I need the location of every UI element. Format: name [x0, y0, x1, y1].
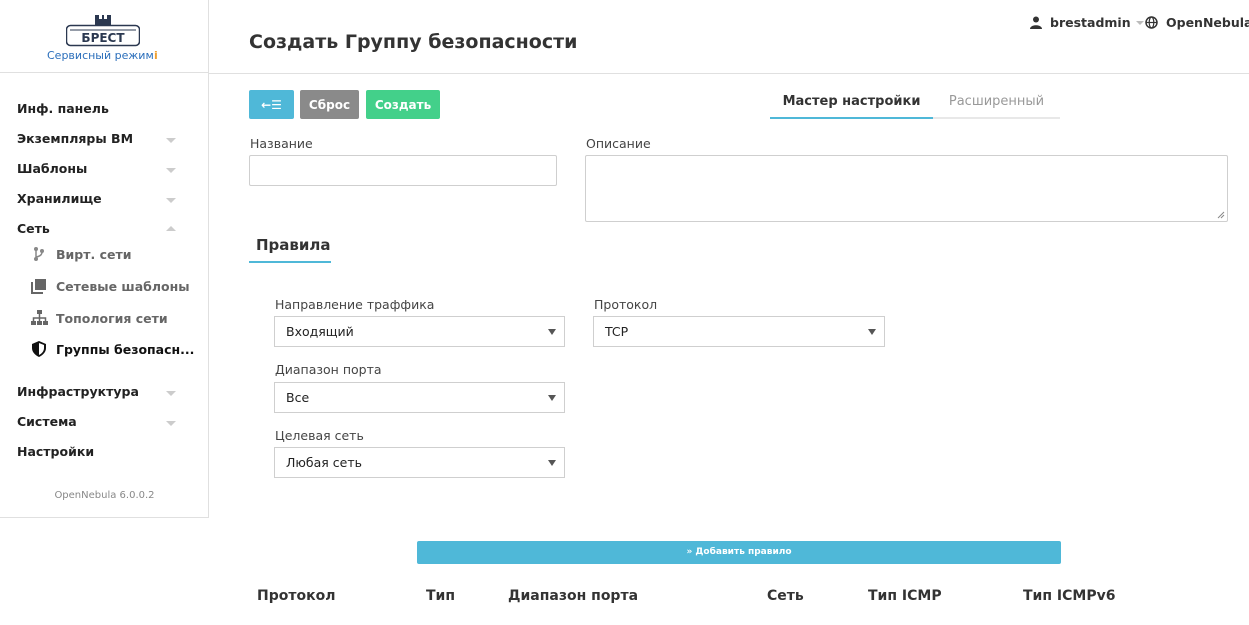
sitemap-icon	[30, 309, 48, 327]
caret-down-icon	[548, 460, 556, 466]
chevron-up-icon[interactable]	[166, 226, 176, 231]
target-network-value: Любая сеть	[286, 455, 362, 470]
chevron-down-icon[interactable]	[166, 421, 176, 426]
add-rule-button[interactable]: » Добавить правило	[417, 541, 1061, 564]
sidebar: БРЕСТ Сервисный режим i Инф. панель Экзе…	[0, 0, 209, 518]
sidebar-subitem-vnets[interactable]: Вирт. сети	[30, 245, 131, 263]
sidebar-subitem-topology[interactable]: Топология сети	[30, 309, 168, 327]
sidebar-subitem-vnet-templates[interactable]: Сетевые шаблоны	[30, 277, 190, 295]
tab-advanced[interactable]: Расширенный	[933, 92, 1060, 119]
copy-icon	[30, 277, 48, 295]
column-header-protocol[interactable]: Протокол	[257, 588, 335, 604]
port-range-value: Все	[286, 390, 310, 405]
column-header-type[interactable]: Тип	[426, 588, 455, 604]
sidebar-item-network[interactable]: Сеть	[17, 221, 50, 236]
zone-menu[interactable]: OpenNebula	[1145, 15, 1249, 30]
user-menu[interactable]: brestadmin	[1030, 15, 1144, 30]
back-to-list-button[interactable]: ←☰	[249, 90, 294, 119]
resize-grip-icon[interactable]	[1217, 211, 1225, 219]
caret-down-icon	[548, 395, 556, 401]
brest-logo[interactable]: БРЕСТ	[66, 13, 140, 47]
sidebar-subitem-label: Вирт. сети	[56, 246, 132, 262]
version-label: OpenNebula 6.0.0.2	[54, 490, 155, 501]
port-range-select[interactable]: Все	[274, 382, 565, 413]
direction-select[interactable]: Входящий	[274, 316, 565, 347]
sidebar-item-vms[interactable]: Экземпляры ВМ	[17, 131, 133, 146]
tab-wizard[interactable]: Мастер настройки	[770, 92, 933, 119]
sidebar-item-settings[interactable]: Настройки	[17, 444, 94, 459]
sidebar-subitem-secgroups[interactable]: Группы безопасн...	[30, 340, 194, 358]
chevron-down-icon[interactable]	[166, 198, 176, 203]
chevron-down-icon[interactable]	[166, 391, 176, 396]
sidebar-item-infrastructure[interactable]: Инфраструктура	[17, 384, 139, 399]
service-mode-label: Сервисный режим	[47, 49, 154, 62]
sidebar-item-templates[interactable]: Шаблоны	[17, 161, 87, 176]
create-button[interactable]: Создать	[366, 90, 440, 119]
name-label: Название	[250, 136, 313, 151]
user-name: brestadmin	[1050, 15, 1131, 30]
port-range-label: Диапазон порта	[275, 362, 382, 377]
chevron-down-icon[interactable]	[166, 168, 176, 173]
column-header-network[interactable]: Сеть	[767, 588, 804, 604]
reset-button[interactable]: Сброс	[300, 90, 359, 119]
direction-value: Входящий	[286, 324, 354, 339]
caret-down-icon	[1135, 20, 1144, 25]
info-icon[interactable]: i	[154, 49, 158, 62]
sidebar-subitem-label: Топология сети	[56, 310, 168, 326]
sidebar-item-system[interactable]: Система	[17, 414, 77, 429]
protocol-select[interactable]: TCP	[593, 316, 885, 347]
name-input[interactable]	[249, 155, 557, 186]
protocol-value: TCP	[605, 324, 629, 339]
column-header-port-range[interactable]: Диапазон порта	[508, 588, 638, 604]
protocol-label: Протокол	[594, 297, 658, 312]
header-divider	[209, 73, 1249, 74]
column-header-icmpv6-type[interactable]: Тип ICMPv6	[1023, 588, 1115, 604]
column-header-icmp-type[interactable]: Тип ICMP	[868, 588, 942, 604]
caret-down-icon	[548, 329, 556, 335]
user-icon	[1030, 16, 1042, 29]
caret-down-icon	[868, 329, 876, 335]
sidebar-subitem-label: Сетевые шаблоны	[56, 278, 190, 294]
direction-label: Направление траффика	[275, 297, 435, 312]
chevron-down-icon[interactable]	[166, 138, 176, 143]
logo-text: БРЕСТ	[81, 31, 125, 45]
branch-icon	[30, 245, 48, 263]
target-network-select[interactable]: Любая сеть	[274, 447, 565, 478]
sidebar-item-dashboard[interactable]: Инф. панель	[17, 101, 109, 116]
globe-icon	[1145, 16, 1158, 29]
tab-rules[interactable]: Правила	[249, 236, 331, 263]
sidebar-subitem-label: Группы безопасн...	[56, 341, 195, 357]
page-title: Создать Группу безопасности	[249, 31, 578, 53]
target-network-label: Целевая сеть	[275, 428, 364, 443]
zone-name: OpenNebula	[1166, 15, 1249, 30]
description-label: Описание	[586, 136, 651, 151]
description-textarea[interactable]	[585, 155, 1228, 222]
shield-icon	[30, 340, 48, 358]
logo-area: БРЕСТ Сервисный режим i	[0, 0, 208, 73]
sidebar-item-storage[interactable]: Хранилище	[17, 191, 102, 206]
